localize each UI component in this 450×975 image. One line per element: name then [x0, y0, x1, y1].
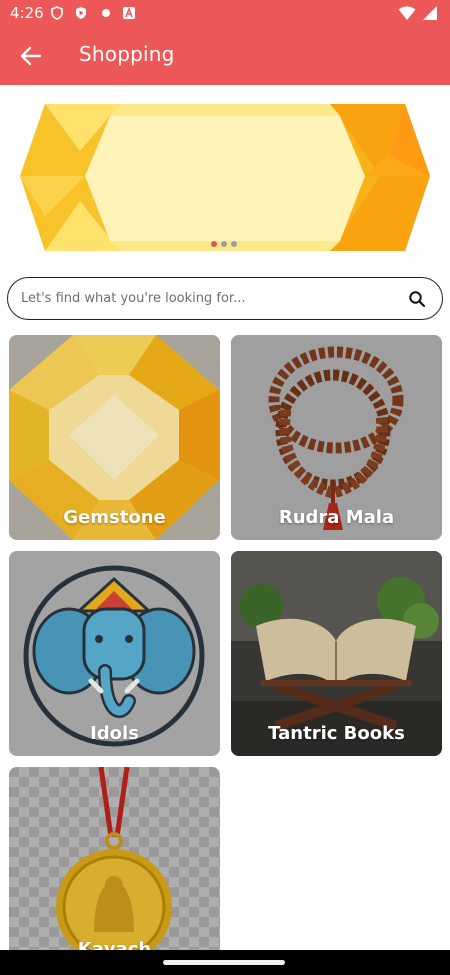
page-title: Shopping: [79, 42, 175, 66]
arrow-back-icon: [20, 46, 42, 66]
shopping-screen: 4:26 Shopping Let's find what you're loo…: [0, 0, 450, 975]
carousel-dot-2[interactable]: [221, 241, 227, 247]
carousel-indicator: [211, 241, 237, 247]
category-label: Idols: [90, 723, 139, 744]
category-card-rudra-mala[interactable]: Rudra Mala: [231, 335, 442, 540]
category-card-kavach[interactable]: Kavach: [9, 767, 220, 972]
carousel-dot-3[interactable]: [231, 241, 237, 247]
search-icon[interactable]: [408, 290, 426, 308]
shield-icon: [51, 6, 63, 20]
status-time: 4:26: [10, 4, 44, 22]
category-label: Gemstone: [63, 507, 166, 528]
search-bar: [7, 277, 443, 320]
back-button[interactable]: [14, 39, 48, 73]
notification-dot-icon: [102, 9, 110, 17]
category-label: Rudra Mala: [278, 507, 395, 528]
banner-carousel[interactable]: [0, 96, 450, 260]
play-store-icon: [76, 7, 86, 19]
search-input[interactable]: [21, 291, 391, 306]
status-right: [398, 5, 438, 21]
category-label: Tantric Books: [268, 723, 405, 744]
category-card-gemstone[interactable]: Gemstone: [9, 335, 220, 540]
status-bar: 4:26: [0, 0, 450, 28]
category-card-idols[interactable]: Idols: [9, 551, 220, 756]
home-gesture-handle[interactable]: [163, 960, 285, 965]
wifi-icon: [398, 6, 416, 20]
category-card-tantric-books[interactable]: Tantric Books: [231, 551, 442, 756]
banner-gemstone-image: [20, 104, 430, 251]
app-bar: Shopping: [0, 28, 450, 85]
carousel-dot-1[interactable]: [211, 241, 217, 247]
system-navigation-bar: [0, 950, 450, 975]
text-a-icon: [123, 6, 135, 19]
signal-icon: [423, 6, 437, 20]
